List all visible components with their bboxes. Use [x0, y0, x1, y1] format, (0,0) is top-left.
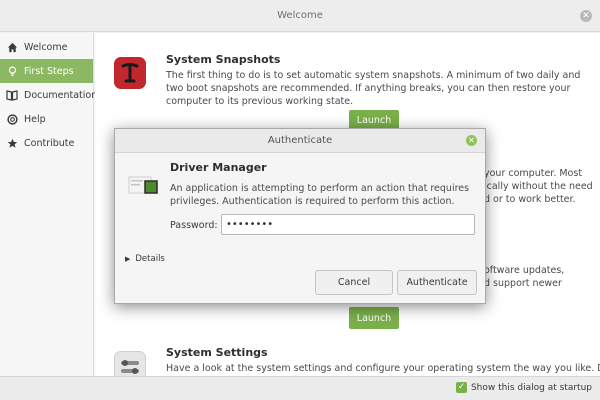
drivers-text-line: d or to work better.: [484, 194, 576, 205]
drivers-text-line: your computer. Most: [484, 168, 583, 179]
lightbulb-icon: [6, 65, 18, 77]
password-label: Password:: [170, 220, 218, 231]
dialog-titlebar: Authenticate ✕: [115, 129, 485, 153]
home-icon: [6, 41, 18, 53]
driver-chip-icon: [127, 171, 161, 199]
window-title: Welcome: [277, 10, 323, 21]
window-titlebar: Welcome ✕: [0, 0, 600, 32]
cancel-button[interactable]: Cancel: [315, 270, 393, 295]
checkbox-checked-icon[interactable]: ✓: [455, 382, 467, 393]
sidebar-item-label: Help: [24, 113, 46, 125]
snapshots-description: The first thing to do is to set automati…: [166, 70, 581, 107]
expander-triangle-icon: ▶: [125, 255, 131, 263]
password-input[interactable]: [221, 214, 475, 235]
book-icon: [6, 89, 18, 101]
system-settings-icon: [114, 351, 146, 376]
updates-launch-button[interactable]: Launch: [349, 307, 399, 329]
authenticate-dialog: Authenticate ✕ Driver Manager An applica…: [114, 128, 486, 304]
footer-bar: ✓ Show this dialog at startup: [0, 376, 600, 400]
drivers-text-line: ically without the need: [484, 181, 593, 192]
authenticate-button[interactable]: Authenticate: [397, 270, 477, 295]
dialog-close-icon[interactable]: ✕: [466, 135, 477, 146]
sidebar-item-label: Documentation: [24, 89, 98, 101]
updates-text-line: oftware updates,: [484, 265, 565, 276]
settings-title: System Settings: [166, 346, 268, 359]
star-icon: [6, 137, 18, 149]
dialog-message: An application is attempting to perform …: [170, 183, 470, 207]
sidebar-item-label: First Steps: [24, 65, 74, 77]
sidebar-item-welcome[interactable]: Welcome: [0, 35, 93, 59]
dialog-title: Authenticate: [267, 135, 333, 146]
sidebar-item-documentation[interactable]: Documentation: [0, 83, 97, 107]
sidebar-item-contribute[interactable]: Contribute: [0, 131, 93, 155]
settings-description: Have a look at the system settings and c…: [166, 363, 600, 374]
sidebar-item-help[interactable]: Help: [0, 107, 93, 131]
details-label: Details: [135, 254, 165, 264]
snapshots-title: System Snapshots: [166, 53, 281, 66]
sidebar-item-label: Welcome: [24, 41, 68, 53]
snapshots-launch-button[interactable]: Launch: [349, 110, 399, 130]
timeshift-icon: [114, 57, 146, 89]
startup-toggle[interactable]: ✓ Show this dialog at startup: [455, 382, 592, 393]
dialog-heading: Driver Manager: [170, 161, 267, 174]
close-icon[interactable]: ✕: [580, 10, 592, 22]
sidebar: Welcome First Steps Documentation Help C…: [0, 33, 97, 376]
details-expander[interactable]: ▶ Details: [125, 254, 165, 264]
updates-text-line: d support newer: [484, 278, 562, 289]
startup-label: Show this dialog at startup: [470, 382, 592, 393]
sidebar-item-first-steps[interactable]: First Steps: [0, 59, 93, 83]
sidebar-item-label: Contribute: [24, 137, 75, 149]
lifebuoy-icon: [6, 113, 18, 125]
